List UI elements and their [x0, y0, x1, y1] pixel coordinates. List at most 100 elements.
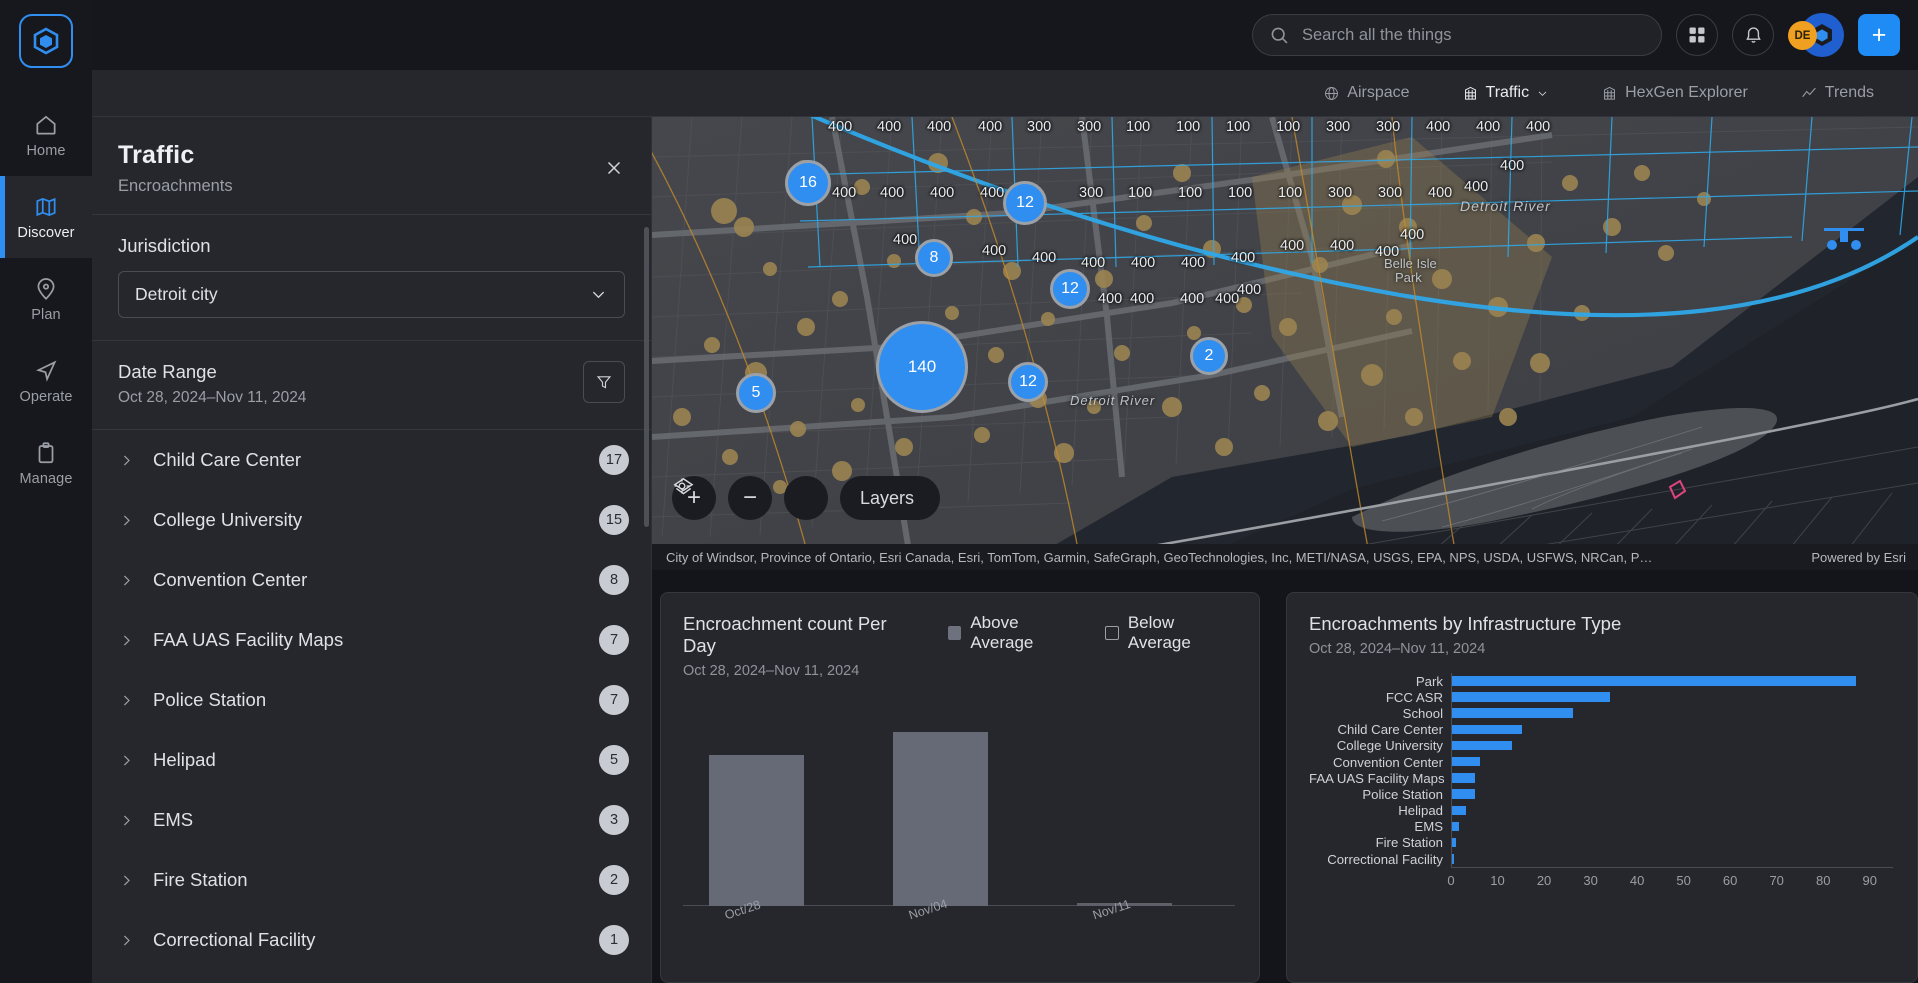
sidebar-item-label: Discover — [17, 225, 74, 241]
filter-button[interactable] — [583, 361, 625, 403]
list-item-label: Correctional Facility — [153, 929, 581, 951]
chevron-right-icon — [118, 692, 135, 709]
bar-row: Correctional Facility — [1309, 851, 1893, 867]
card-title: Encroachment count Per Day — [683, 613, 914, 657]
list-item[interactable]: Police Station7 — [92, 670, 651, 730]
list-item[interactable]: Convention Center8 — [92, 550, 651, 610]
tab-label: Trends — [1825, 84, 1874, 102]
bar-fill[interactable] — [1452, 789, 1475, 799]
list-item-count: 17 — [599, 445, 629, 475]
bar-category-label: Helipad — [1309, 803, 1451, 818]
bar-row: Park — [1309, 673, 1893, 689]
bar-fill[interactable] — [1452, 741, 1512, 751]
panel-subtitle: Encroachments — [118, 177, 625, 196]
x-axis-tick-label: Nov/11 — [1091, 897, 1132, 922]
list-item[interactable]: Child Care Center17 — [92, 430, 651, 490]
panel-scrollbar[interactable] — [644, 227, 649, 527]
sidebar-item-operate[interactable]: Operate — [0, 340, 92, 422]
bar-row: EMS — [1309, 819, 1893, 835]
chevron-right-icon — [118, 932, 135, 949]
bar-row: FAA UAS Facility Maps — [1309, 770, 1893, 786]
add-button[interactable]: + — [1858, 14, 1900, 56]
jurisdiction-select[interactable]: Detroit city — [118, 271, 625, 318]
map-cluster-marker[interactable]: 16 — [785, 160, 831, 206]
bar-fill[interactable] — [1452, 725, 1522, 735]
x-axis-tick-label: 80 — [1816, 873, 1830, 888]
list-item[interactable]: College University15 — [92, 490, 651, 550]
infrastructure-list: Child Care Center17College University15C… — [92, 430, 651, 983]
date-range-value: Oct 28, 2024–Nov 11, 2024 — [118, 389, 306, 407]
tab-traffic[interactable]: Traffic — [1462, 84, 1550, 102]
encroachment-per-day-card: Encroachment count Per Day Oct 28, 2024–… — [660, 592, 1260, 983]
list-item[interactable]: Fire Station2 — [92, 850, 651, 910]
attribution-text: City of Windsor, Province of Ontario, Es… — [666, 550, 1652, 565]
notifications-button[interactable] — [1732, 14, 1774, 56]
bar-fill[interactable] — [1452, 773, 1475, 783]
date-range-section: Date Range Oct 28, 2024–Nov 11, 2024 — [92, 341, 651, 430]
list-item[interactable]: Helipad5 — [92, 730, 651, 790]
map-cluster-marker[interactable]: 5 — [736, 373, 776, 413]
layers-icon — [672, 476, 695, 499]
app-logo[interactable] — [19, 14, 73, 68]
list-item-label: Police Station — [153, 689, 581, 711]
layers-button[interactable]: Layers — [840, 476, 940, 520]
map-canvas[interactable]: 4004004004003003001001001001003003004004… — [652, 117, 1918, 570]
bar-category-label: Convention Center — [1309, 755, 1451, 770]
bar-track — [1451, 754, 1893, 770]
home-icon — [33, 112, 59, 138]
map-cluster-marker[interactable]: 2 — [1190, 337, 1228, 375]
bar-track — [1451, 705, 1893, 721]
bell-icon — [1743, 25, 1764, 46]
map-cluster-marker[interactable]: 140 — [876, 321, 968, 413]
top-bar: Search all the things DE — [92, 0, 1918, 70]
sidebar-item-manage[interactable]: Manage — [0, 422, 92, 504]
list-item[interactable]: Correctional Facility1 — [92, 910, 651, 970]
layers-label: Layers — [860, 488, 914, 509]
list-item[interactable]: FAA UAS Facility Maps7 — [92, 610, 651, 670]
tab-label: Airspace — [1347, 84, 1409, 102]
zoom-out-button[interactable]: − — [728, 476, 772, 520]
clipboard-icon — [33, 440, 59, 466]
list-item[interactable]: EMS3 — [92, 790, 651, 850]
bar-fill[interactable] — [1452, 838, 1456, 848]
pin-icon — [33, 276, 59, 302]
avatar[interactable]: DE — [1788, 13, 1844, 57]
tab-bar: Airspace Traffic HexGen Explorer Trends — [92, 70, 1918, 117]
close-button[interactable] — [603, 157, 625, 179]
map-cluster-marker[interactable]: 12 — [1003, 181, 1047, 225]
bar-fill[interactable] — [1452, 822, 1459, 832]
legend-below-average[interactable]: Below Average — [1105, 613, 1235, 653]
chevron-right-icon — [118, 752, 135, 769]
bar-fill[interactable] — [1452, 692, 1610, 702]
map-cluster-marker[interactable]: 12 — [1050, 269, 1090, 309]
map-cluster-marker[interactable]: 8 — [915, 239, 953, 277]
bar-fill[interactable] — [1452, 757, 1480, 767]
x-axis-tick-label: 40 — [1630, 873, 1644, 888]
bar-fill[interactable] — [1452, 708, 1573, 718]
sidebar-item-discover[interactable]: Discover — [0, 176, 92, 258]
filter-funnel-icon — [595, 373, 613, 391]
locate-button[interactable] — [784, 476, 828, 520]
column-bar[interactable] — [893, 732, 989, 906]
legend-above-average[interactable]: Above Average — [948, 613, 1079, 653]
column-bar[interactable] — [709, 755, 805, 906]
bar-fill[interactable] — [1452, 806, 1466, 816]
sidebar-item-home[interactable]: Home — [0, 94, 92, 176]
bar-fill[interactable] — [1452, 854, 1454, 864]
chevron-right-icon — [118, 572, 135, 589]
jurisdiction-label: Jurisdiction — [118, 235, 625, 257]
bar-fill[interactable] — [1452, 676, 1856, 686]
apps-button[interactable] — [1676, 14, 1718, 56]
tab-airspace[interactable]: Airspace — [1323, 84, 1409, 102]
sidebar-item-plan[interactable]: Plan — [0, 258, 92, 340]
bar-category-label: School — [1309, 706, 1451, 721]
search-input[interactable]: Search all the things — [1252, 14, 1662, 56]
list-item-count: 2 — [599, 865, 629, 895]
x-axis-tick-label: 50 — [1676, 873, 1690, 888]
tab-trends[interactable]: Trends — [1800, 84, 1874, 102]
list-item-label: FAA UAS Facility Maps — [153, 629, 581, 651]
bar-category-label: FCC ASR — [1309, 690, 1451, 705]
map-cluster-marker[interactable]: 12 — [1008, 362, 1048, 402]
x-axis-tick-label: 20 — [1537, 873, 1551, 888]
tab-hexgen-explorer[interactable]: HexGen Explorer — [1601, 84, 1748, 102]
